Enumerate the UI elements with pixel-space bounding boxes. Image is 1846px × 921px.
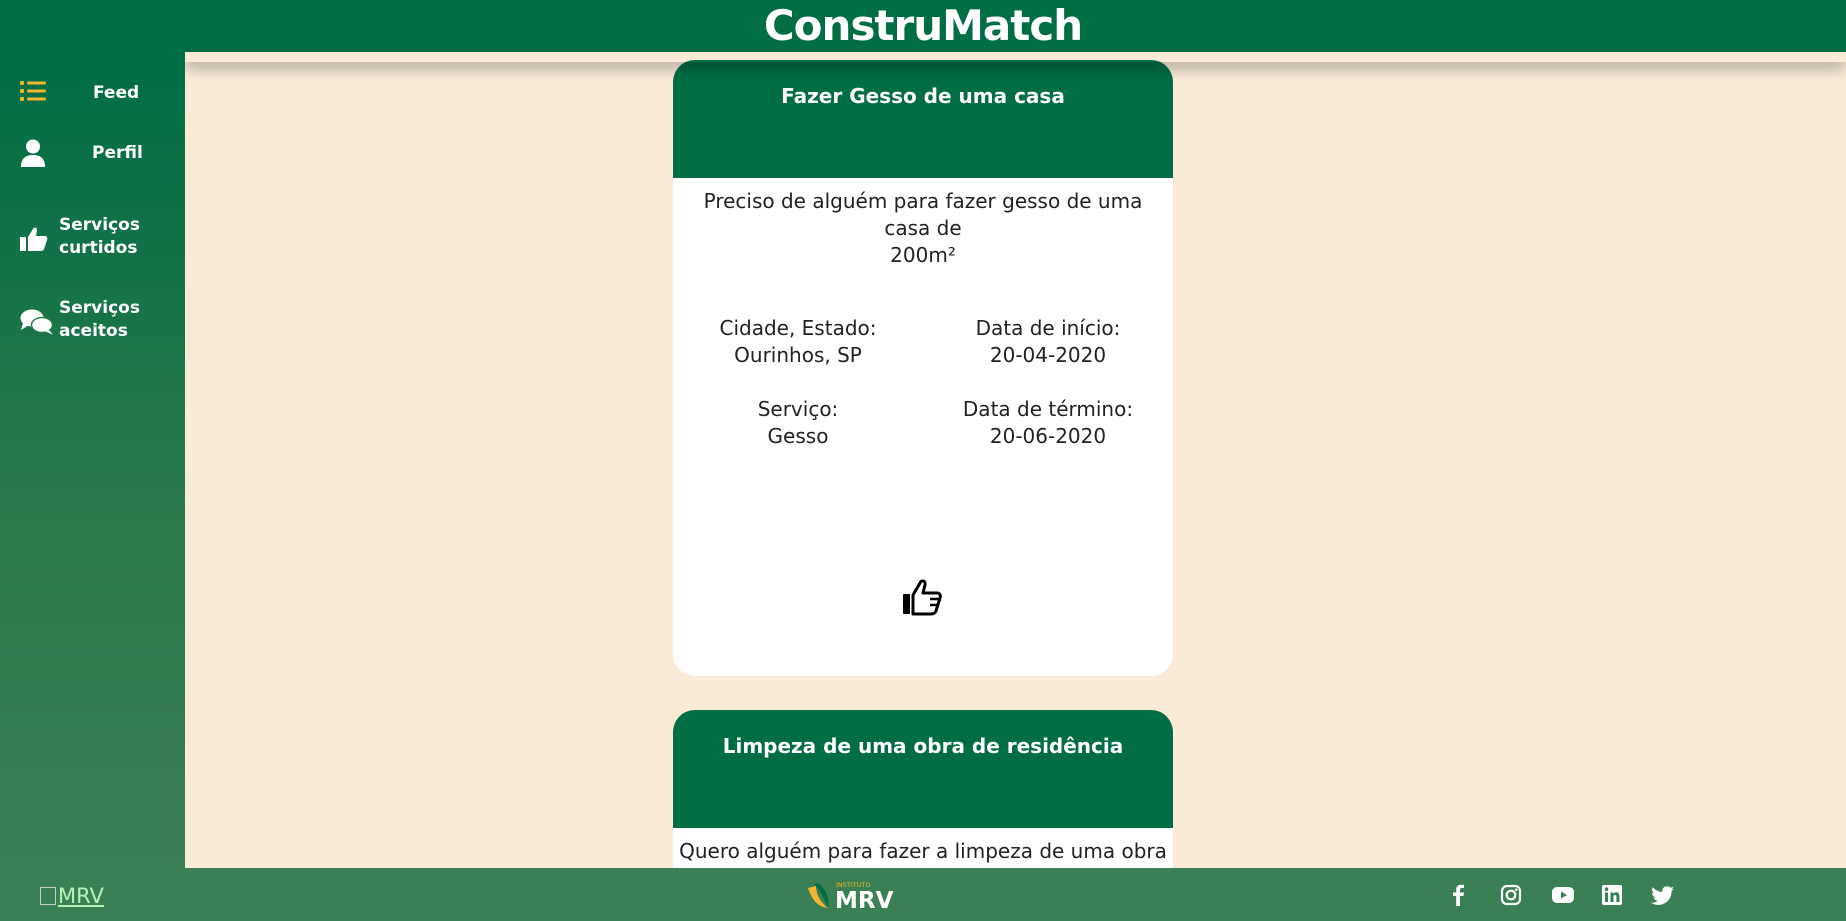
city-label: Cidade, Estado:	[719, 316, 877, 340]
sidebar: Feed Perfil Serviços curtidos Serviços a…	[0, 52, 185, 868]
broken-image-icon	[40, 887, 56, 905]
start-date-value: 20-04-2020	[989, 343, 1107, 367]
feed: Fazer Gesso de uma casa Preciso de algué…	[185, 52, 1846, 868]
card-title: Fazer Gesso de uma casa	[673, 60, 1173, 178]
service-label: Serviço:	[757, 397, 839, 421]
facebook-link[interactable]	[1451, 884, 1465, 910]
youtube-link[interactable]	[1551, 884, 1575, 910]
footer: MRV INSTITUTO MRV	[0, 868, 1846, 921]
like-button[interactable]	[901, 578, 945, 622]
start-date-label: Data de início:	[975, 316, 1121, 340]
card-description: Quero alguém para fazer a limpeza de uma…	[679, 839, 1167, 868]
instituto-mrv-logo: INSTITUTO MRV	[806, 880, 902, 914]
sidebar-item-servicos-curtidos[interactable]: Serviços curtidos	[0, 212, 185, 264]
instagram-link[interactable]	[1500, 884, 1522, 910]
sidebar-item-label: Feed	[93, 83, 140, 103]
card-start-date: Data de início: 20-04-2020	[938, 315, 1158, 369]
service-card: Limpeza de uma obra de residência Quero …	[673, 710, 1173, 868]
card-service: Serviço: Gesso	[688, 396, 908, 450]
sidebar-item-perfil[interactable]: Perfil	[0, 132, 185, 176]
facebook-icon	[1451, 884, 1465, 910]
sidebar-item-feed[interactable]: Feed	[0, 72, 185, 112]
end-date-value: 20-06-2020	[989, 424, 1107, 448]
header-shadow	[185, 52, 1846, 62]
app-title: ConstruMatch	[0, 0, 1846, 52]
end-date-label: Data de término:	[962, 397, 1134, 421]
thumbs-up-icon	[20, 226, 48, 257]
service-card: Fazer Gesso de uma casa Preciso de algué…	[673, 60, 1173, 676]
linkedin-link[interactable]	[1601, 884, 1623, 910]
instagram-icon	[1500, 884, 1522, 910]
card-end-date: Data de término: 20-06-2020	[938, 396, 1158, 450]
card-title: Limpeza de uma obra de residência	[673, 710, 1173, 828]
city-value: Ourinhos, SP	[734, 343, 862, 367]
svg-text:MRV: MRV	[835, 888, 894, 910]
service-value: Gesso	[767, 424, 829, 448]
card-description: Preciso de alguém para fazer gesso de um…	[703, 189, 1143, 267]
user-icon	[20, 139, 46, 172]
linkedin-icon	[1601, 885, 1623, 910]
twitter-icon	[1651, 886, 1675, 910]
thumbs-up-outline-icon	[901, 579, 945, 622]
chat-bubbles-icon	[20, 308, 54, 341]
list-icon	[20, 80, 46, 107]
mrv-broken-image-link[interactable]: MRV	[40, 884, 104, 908]
sidebar-item-servicos-aceitos[interactable]: Serviços aceitos	[0, 295, 185, 347]
sidebar-item-label: Serviços curtidos	[59, 215, 140, 258]
sidebar-item-label: Serviços aceitos	[59, 298, 140, 341]
sidebar-item-label: Perfil	[92, 143, 143, 163]
twitter-link[interactable]	[1651, 884, 1675, 910]
youtube-icon	[1551, 887, 1575, 910]
card-city: Cidade, Estado: Ourinhos, SP	[688, 315, 908, 369]
